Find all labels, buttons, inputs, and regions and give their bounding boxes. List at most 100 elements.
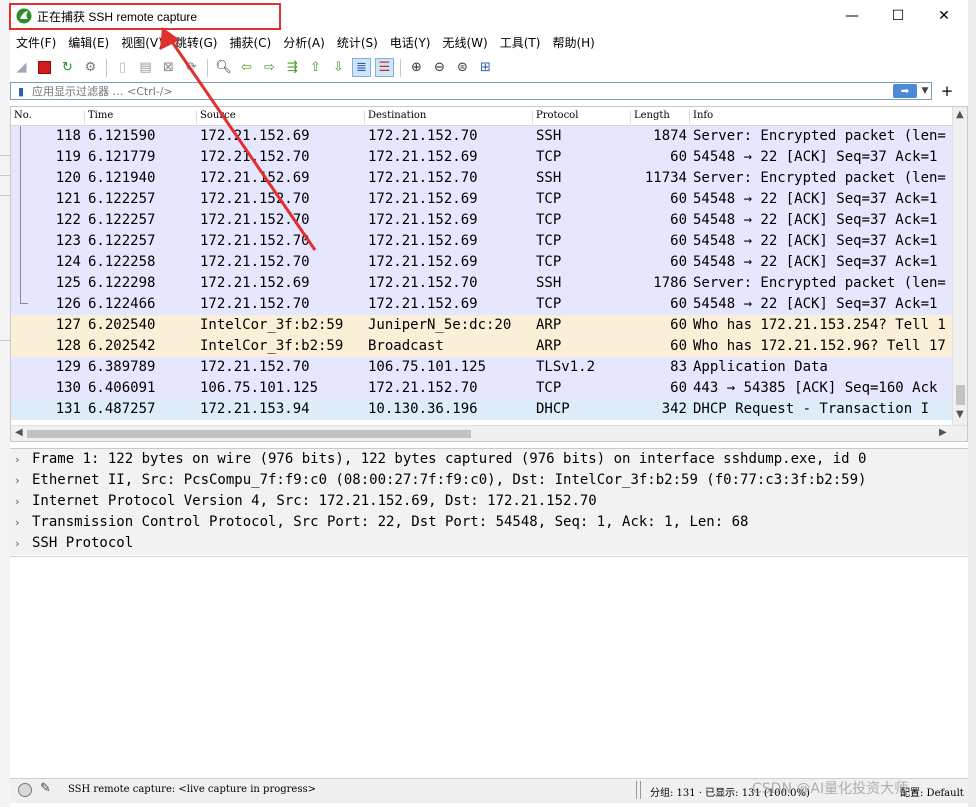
cell-protocol: TCP bbox=[536, 254, 562, 270]
capture-comment-icon[interactable]: ✎ bbox=[40, 781, 51, 796]
chevron-right-icon[interactable]: › bbox=[14, 449, 21, 470]
zoom-normal-icon[interactable]: ⊜ bbox=[453, 58, 472, 77]
back-icon[interactable]: ⇦ bbox=[237, 58, 256, 77]
shark-start-icon[interactable]: ◢ bbox=[12, 58, 31, 77]
forward-icon[interactable]: ⇨ bbox=[260, 58, 279, 77]
zoom-in-icon[interactable]: ⊕ bbox=[407, 58, 426, 77]
menu-help[interactable]: 帮助(H) bbox=[546, 33, 600, 53]
chevron-right-icon[interactable]: › bbox=[14, 533, 21, 554]
table-row[interactable]: 123 6.122257 172.21.152.70 172.21.152.69 TCP… bbox=[11, 231, 952, 252]
reload-icon[interactable]: ⟳ bbox=[182, 58, 201, 77]
status-splitter[interactable] bbox=[636, 781, 641, 799]
detail-ip[interactable]: › Internet Protocol Version 4, Src: 172.2… bbox=[10, 491, 968, 512]
profile-status[interactable]: 配置: Default bbox=[900, 784, 964, 799]
column-info[interactable]: Info bbox=[690, 110, 952, 124]
packet-bytes-pane[interactable] bbox=[10, 556, 968, 779]
cell-length: 60 bbox=[670, 233, 687, 249]
menu-capture[interactable]: 捕获(C) bbox=[223, 33, 277, 53]
detail-ethernet[interactable]: › Ethernet II, Src: PcsCompu_7f:f9:c0 (08… bbox=[10, 470, 968, 491]
cell-length: 60 bbox=[670, 296, 687, 312]
stop-icon[interactable] bbox=[35, 58, 54, 77]
menu-statistics[interactable]: 统计(S) bbox=[331, 33, 384, 53]
cell-no: 120 bbox=[55, 170, 81, 186]
table-row[interactable]: 130 6.406091 106.75.101.125 172.21.152.70 TC… bbox=[11, 378, 952, 399]
cell-source: 172.21.152.69 bbox=[200, 170, 310, 186]
column-source[interactable]: Source bbox=[197, 110, 365, 124]
resize-columns-icon[interactable]: ⊞ bbox=[476, 58, 495, 77]
chevron-down-icon[interactable]: ▼ bbox=[919, 84, 931, 98]
column-destination[interactable]: Destination bbox=[365, 110, 533, 124]
cell-protocol: SSH bbox=[536, 170, 562, 186]
goto-icon[interactable]: ⇶ bbox=[283, 58, 302, 77]
maximize-button[interactable]: ☐ bbox=[875, 0, 921, 31]
horizontal-scroll-thumb[interactable] bbox=[27, 430, 471, 438]
menu-go[interactable]: 跳转(G) bbox=[169, 33, 224, 53]
packet-list-vertical-scrollbar[interactable]: ▲ ▼ bbox=[952, 107, 967, 425]
column-time[interactable]: Time bbox=[85, 110, 197, 124]
table-row[interactable]: 119 6.121779 172.21.152.70 172.21.152.69 TCP… bbox=[11, 147, 952, 168]
chevron-right-icon[interactable]: › bbox=[14, 491, 21, 512]
table-row[interactable]: 122 6.122257 172.21.152.70 172.21.152.69 TCP… bbox=[11, 210, 952, 231]
detail-tcp[interactable]: › Transmission Control Protocol, Src Port… bbox=[10, 512, 968, 533]
table-row[interactable]: 124 6.122258 172.21.152.70 172.21.152.69 TCP… bbox=[11, 252, 952, 273]
chevron-right-icon[interactable]: › bbox=[14, 512, 21, 533]
colorize-icon[interactable]: ☰ bbox=[375, 58, 394, 77]
column-protocol[interactable]: Protocol bbox=[533, 110, 631, 124]
scroll-left-icon[interactable]: ◀ bbox=[15, 427, 23, 438]
vertical-scroll-thumb[interactable] bbox=[956, 385, 965, 405]
main-toolbar: ◢ ↻ ⚙ ▯ ▤ ⊠ ⟳ 🔍︎ ⇦ ⇨ ⇶ ⇧ ⇩ ≣ ☰ ⊕ ⊖ ⊜ ⊞ bbox=[10, 55, 968, 80]
column-length[interactable]: Length bbox=[631, 110, 690, 124]
table-row[interactable]: 121 6.122257 172.21.152.70 172.21.152.69 TCP… bbox=[11, 189, 952, 210]
cell-protocol: TLSv1.2 bbox=[536, 359, 596, 375]
cell-destination: 172.21.152.69 bbox=[368, 254, 478, 270]
last-icon[interactable]: ⇩ bbox=[329, 58, 348, 77]
packet-list-horizontal-scrollbar[interactable]: ◀ ▶ bbox=[11, 425, 967, 441]
column-no[interactable]: No. bbox=[11, 110, 85, 124]
arrow-right-icon[interactable]: ➡ bbox=[893, 84, 917, 98]
cell-source: IntelCor_3f:b2:59 bbox=[200, 317, 344, 333]
scroll-right-icon[interactable]: ▶ bbox=[939, 427, 947, 438]
cell-info: Application Data bbox=[693, 359, 828, 375]
table-row[interactable]: 128 6.202542 IntelCor_3f:b2:59 Broadcast ARP… bbox=[11, 336, 952, 357]
restart-icon[interactable]: ↻ bbox=[58, 58, 77, 77]
detail-frame[interactable]: › Frame 1: 122 bytes on wire (976 bits), … bbox=[10, 449, 968, 470]
add-filter-button[interactable]: + bbox=[937, 82, 957, 100]
table-row[interactable]: 125 6.122298 172.21.152.69 172.21.152.70 SSH… bbox=[11, 273, 952, 294]
menu-tools[interactable]: 工具(T) bbox=[494, 33, 547, 53]
open-icon[interactable]: ▯ bbox=[113, 58, 132, 77]
table-row[interactable]: 118 6.121590 172.21.152.69 172.21.152.70 SSH… bbox=[11, 126, 952, 147]
cell-source: 172.21.152.70 bbox=[200, 233, 310, 249]
menu-wireless[interactable]: 无线(W) bbox=[437, 33, 494, 53]
menu-view[interactable]: 视图(V) bbox=[115, 33, 169, 53]
menu-file[interactable]: 文件(F) bbox=[10, 33, 62, 53]
title-bar[interactable]: 正在捕获 SSH remote capture — ☐ ✕ bbox=[9, 0, 968, 31]
bookmark-icon[interactable]: ▮ bbox=[14, 84, 28, 98]
table-row[interactable]: 126 6.122466 172.21.152.70 172.21.152.69 TCP… bbox=[11, 294, 952, 315]
display-filter-input[interactable] bbox=[28, 84, 893, 98]
first-icon[interactable]: ⇧ bbox=[306, 58, 325, 77]
menu-edit[interactable]: 编辑(E) bbox=[62, 33, 115, 53]
table-row[interactable]: 120 6.121940 172.21.152.69 172.21.152.70 SSH… bbox=[11, 168, 952, 189]
table-row[interactable]: 131 6.487257 172.21.153.94 10.130.36.196 DHC… bbox=[11, 399, 952, 420]
close-file-icon[interactable]: ⊠ bbox=[159, 58, 178, 77]
options-icon[interactable]: ⚙ bbox=[81, 58, 100, 77]
cell-no: 119 bbox=[55, 149, 81, 165]
find-icon[interactable]: 🔍︎ bbox=[214, 58, 233, 77]
menu-telephony[interactable]: 电话(Y) bbox=[384, 33, 437, 53]
zoom-out-icon[interactable]: ⊖ bbox=[430, 58, 449, 77]
save-icon[interactable]: ▤ bbox=[136, 58, 155, 77]
table-row[interactable]: 127 6.202540 IntelCor_3f:b2:59 JuniperN_5e:… bbox=[11, 315, 952, 336]
table-row[interactable]: 129 6.389789 172.21.152.70 106.75.101.125 TL… bbox=[11, 357, 952, 378]
scroll-up-icon[interactable]: ▲ bbox=[956, 109, 964, 120]
close-button[interactable]: ✕ bbox=[921, 0, 967, 31]
cell-length: 1786 bbox=[653, 275, 687, 291]
menu-analyze[interactable]: 分析(A) bbox=[277, 33, 331, 53]
expert-info-icon[interactable] bbox=[18, 783, 32, 797]
chevron-right-icon[interactable]: › bbox=[14, 470, 21, 491]
autoscroll-icon[interactable]: ≣ bbox=[352, 58, 371, 77]
cell-length: 60 bbox=[670, 317, 687, 333]
minimize-button[interactable]: — bbox=[829, 0, 875, 31]
scroll-down-icon[interactable]: ▼ bbox=[956, 409, 964, 420]
detail-ssh[interactable]: › SSH Protocol bbox=[10, 533, 968, 554]
cell-source: 172.21.152.70 bbox=[200, 191, 310, 207]
